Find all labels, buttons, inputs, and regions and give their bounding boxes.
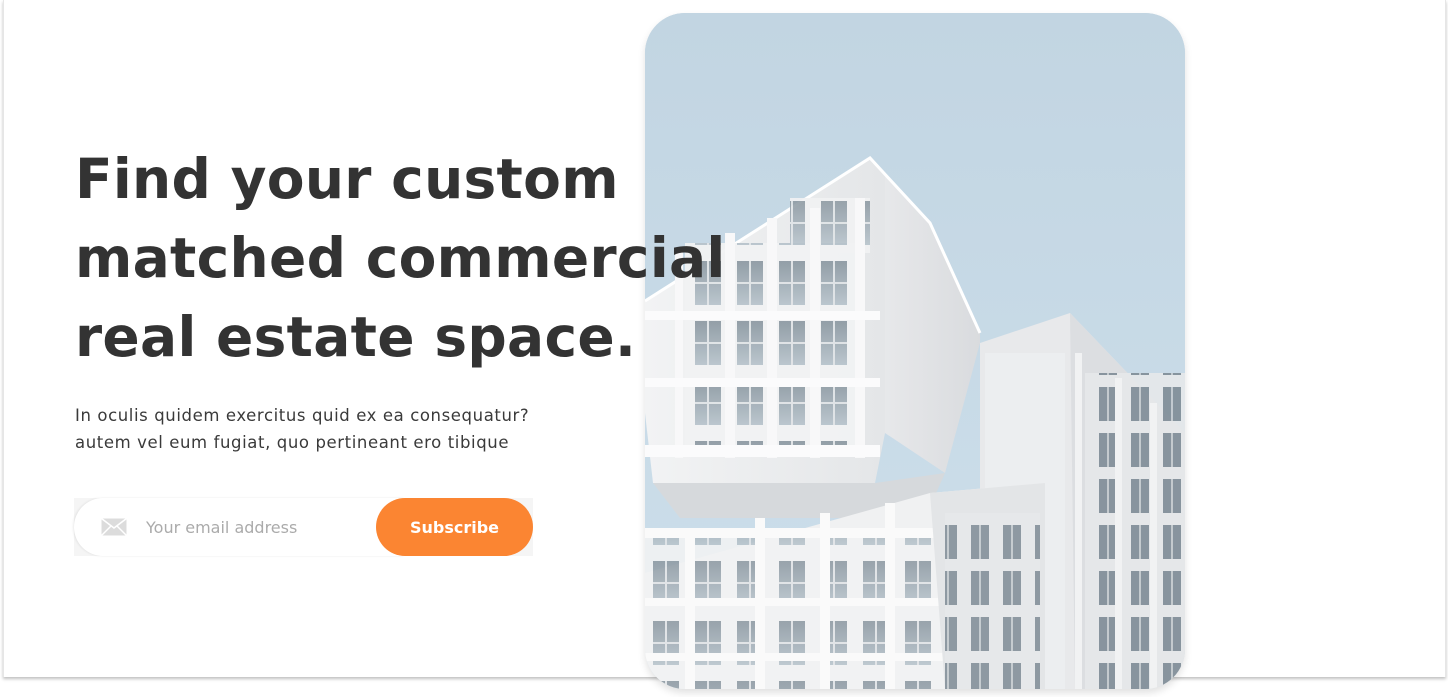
email-field-wrapper[interactable] — [74, 498, 404, 556]
hero-subtext: In oculis quidem exercitus quid ex ea co… — [75, 402, 595, 456]
email-input[interactable] — [146, 512, 386, 542]
hero-headline: Find your custom matched commercial real… — [75, 140, 735, 377]
subtext-line: autem vel eum fugiat, quo pertineant ero… — [75, 433, 510, 452]
subscribe-button[interactable]: Subscribe — [376, 498, 533, 556]
headline-line: Find your custom — [75, 147, 619, 211]
subtext-line: In oculis quidem exercitus quid ex ea co… — [75, 406, 530, 425]
subscribe-form: Subscribe — [74, 498, 533, 556]
headline-line: matched commercial — [75, 226, 726, 290]
headline-line: real estate space. — [75, 305, 637, 369]
mail-icon — [101, 517, 127, 536]
